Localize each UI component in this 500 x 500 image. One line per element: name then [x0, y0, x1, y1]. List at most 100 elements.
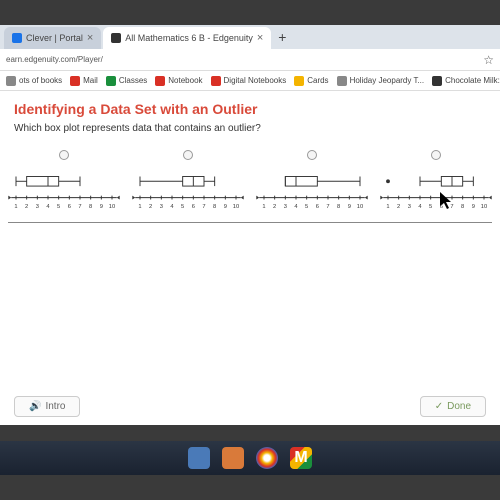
- svg-text:3: 3: [284, 204, 287, 210]
- svg-text:9: 9: [224, 204, 227, 210]
- svg-text:6: 6: [192, 204, 195, 210]
- answer-options: 1 2 3 4 5 6 7 8 9 10 1 2 3 4 5 6 7 8 9 10 1 2 3 4 5 6 7 8 9 10 1 2 3 4…: [0, 144, 500, 218]
- svg-text:1: 1: [138, 204, 141, 210]
- bookmark-item[interactable]: Classes: [106, 76, 147, 86]
- svg-text:8: 8: [337, 204, 340, 210]
- notebook-icon: [211, 76, 221, 86]
- tab-icon: [12, 33, 22, 43]
- check-icon: ✓: [435, 401, 443, 412]
- new-tab-button[interactable]: +: [273, 29, 291, 45]
- bookmark-item[interactable]: ots of books: [6, 76, 62, 86]
- done-button[interactable]: ✓ Done: [420, 396, 486, 417]
- svg-text:3: 3: [36, 204, 39, 210]
- tab-bar: Clever | Portal × All Mathematics 6 B - …: [0, 25, 500, 49]
- svg-text:1: 1: [386, 204, 389, 210]
- boxplot-4: 12345678910: [376, 164, 496, 212]
- taskbar-app-icon[interactable]: [188, 447, 210, 469]
- question-card: Identifying a Data Set with an Outlier W…: [0, 91, 500, 425]
- browser-window: Clever | Portal × All Mathematics 6 B - …: [0, 25, 500, 425]
- intro-button[interactable]: 🔊 Intro: [14, 396, 80, 417]
- svg-text:7: 7: [202, 204, 205, 210]
- bookmark-label: Notebook: [168, 76, 202, 85]
- radio-button[interactable]: [183, 150, 193, 160]
- gmail-icon[interactable]: M: [290, 447, 312, 469]
- radio-button[interactable]: [431, 150, 441, 160]
- bookmark-star-icon[interactable]: ☆: [483, 53, 494, 67]
- page-content: Identifying a Data Set with an Outlier W…: [0, 91, 500, 425]
- svg-text:4: 4: [170, 204, 174, 210]
- close-icon[interactable]: ×: [257, 32, 263, 44]
- question-prompt: Which box plot represents data that cont…: [0, 123, 500, 144]
- svg-text:5: 5: [181, 204, 184, 210]
- taskbar-app-icon[interactable]: [222, 447, 244, 469]
- url-bar[interactable]: earn.edgenuity.com/Player/ ☆: [0, 49, 500, 71]
- svg-text:10: 10: [233, 204, 239, 210]
- option-4[interactable]: 12345678910: [376, 150, 496, 212]
- option-3[interactable]: 12345678910: [252, 150, 372, 212]
- bookmark-item[interactable]: Cards: [294, 76, 328, 86]
- card-footer: 🔊 Intro ✓ Done: [0, 388, 500, 425]
- cards-icon: [294, 76, 304, 86]
- page-icon: [432, 76, 442, 86]
- svg-text:3: 3: [160, 204, 163, 210]
- svg-text:8: 8: [213, 204, 216, 210]
- bookmark-label: Cards: [307, 76, 328, 85]
- button-label: Done: [447, 401, 471, 412]
- question-title: Identifying a Data Set with an Outlier: [0, 91, 500, 123]
- svg-text:4: 4: [294, 204, 298, 210]
- svg-text:8: 8: [89, 204, 92, 210]
- svg-text:4: 4: [418, 204, 422, 210]
- option-2[interactable]: 1 2 3 4 5 6 7 8 9 10: [128, 150, 248, 212]
- bookmark-label: ots of books: [19, 76, 62, 85]
- svg-text:1: 1: [14, 204, 17, 210]
- classes-icon: [106, 76, 116, 86]
- svg-text:8: 8: [461, 204, 464, 210]
- svg-text:2: 2: [397, 204, 400, 210]
- svg-text:9: 9: [100, 204, 103, 210]
- bookmark-item[interactable]: Digital Notebooks: [211, 76, 287, 86]
- svg-text:5: 5: [429, 204, 432, 210]
- button-label: Intro: [45, 401, 65, 412]
- bookmark-item[interactable]: Mail: [70, 76, 98, 86]
- divider: [8, 222, 492, 223]
- bookmark-label: Holiday Jeopardy T...: [350, 76, 425, 85]
- svg-text:7: 7: [78, 204, 81, 210]
- bookmark-item[interactable]: Notebook: [155, 76, 202, 86]
- svg-text:7: 7: [450, 204, 453, 210]
- svg-text:2: 2: [25, 204, 28, 210]
- tab-title: All Mathematics 6 B - Edgenuity: [125, 33, 253, 43]
- boxplot-1: 1 2 3 4 5 6 7 8 9 10: [4, 164, 124, 212]
- svg-text:6: 6: [316, 204, 319, 210]
- tab-edgenuity[interactable]: All Mathematics 6 B - Edgenuity ×: [103, 27, 271, 49]
- radio-button[interactable]: [59, 150, 69, 160]
- boxplot-3: 12345678910: [252, 164, 372, 212]
- url-text: earn.edgenuity.com/Player/: [6, 55, 483, 64]
- svg-text:9: 9: [472, 204, 475, 210]
- svg-text:10: 10: [109, 204, 115, 210]
- bookmark-item[interactable]: Chocolate Milk: Nut...: [432, 76, 500, 86]
- bookmark-label: Classes: [119, 76, 147, 85]
- speaker-icon: 🔊: [29, 401, 41, 412]
- svg-text:6: 6: [440, 204, 443, 210]
- folder-icon: [6, 76, 16, 86]
- svg-text:6: 6: [68, 204, 71, 210]
- taskbar: M: [0, 441, 500, 475]
- bookmarks-bar: ots of books Mail Classes Notebook Digit…: [0, 71, 500, 91]
- bookmark-label: Chocolate Milk: Nut...: [445, 76, 500, 85]
- close-icon[interactable]: ×: [87, 32, 93, 44]
- option-1[interactable]: 1 2 3 4 5 6 7 8 9 10: [4, 150, 124, 212]
- tab-icon: [111, 33, 121, 43]
- chrome-icon[interactable]: [256, 447, 278, 469]
- svg-text:4: 4: [46, 204, 50, 210]
- svg-text:9: 9: [348, 204, 351, 210]
- svg-text:5: 5: [305, 204, 308, 210]
- svg-text:10: 10: [481, 204, 487, 210]
- svg-text:5: 5: [57, 204, 60, 210]
- mail-icon: [70, 76, 80, 86]
- notebook-icon: [155, 76, 165, 86]
- radio-button[interactable]: [307, 150, 317, 160]
- tab-clever[interactable]: Clever | Portal ×: [4, 27, 101, 49]
- bookmark-item[interactable]: Holiday Jeopardy T...: [337, 76, 425, 86]
- svg-text:2: 2: [149, 204, 152, 210]
- tab-title: Clever | Portal: [26, 33, 83, 43]
